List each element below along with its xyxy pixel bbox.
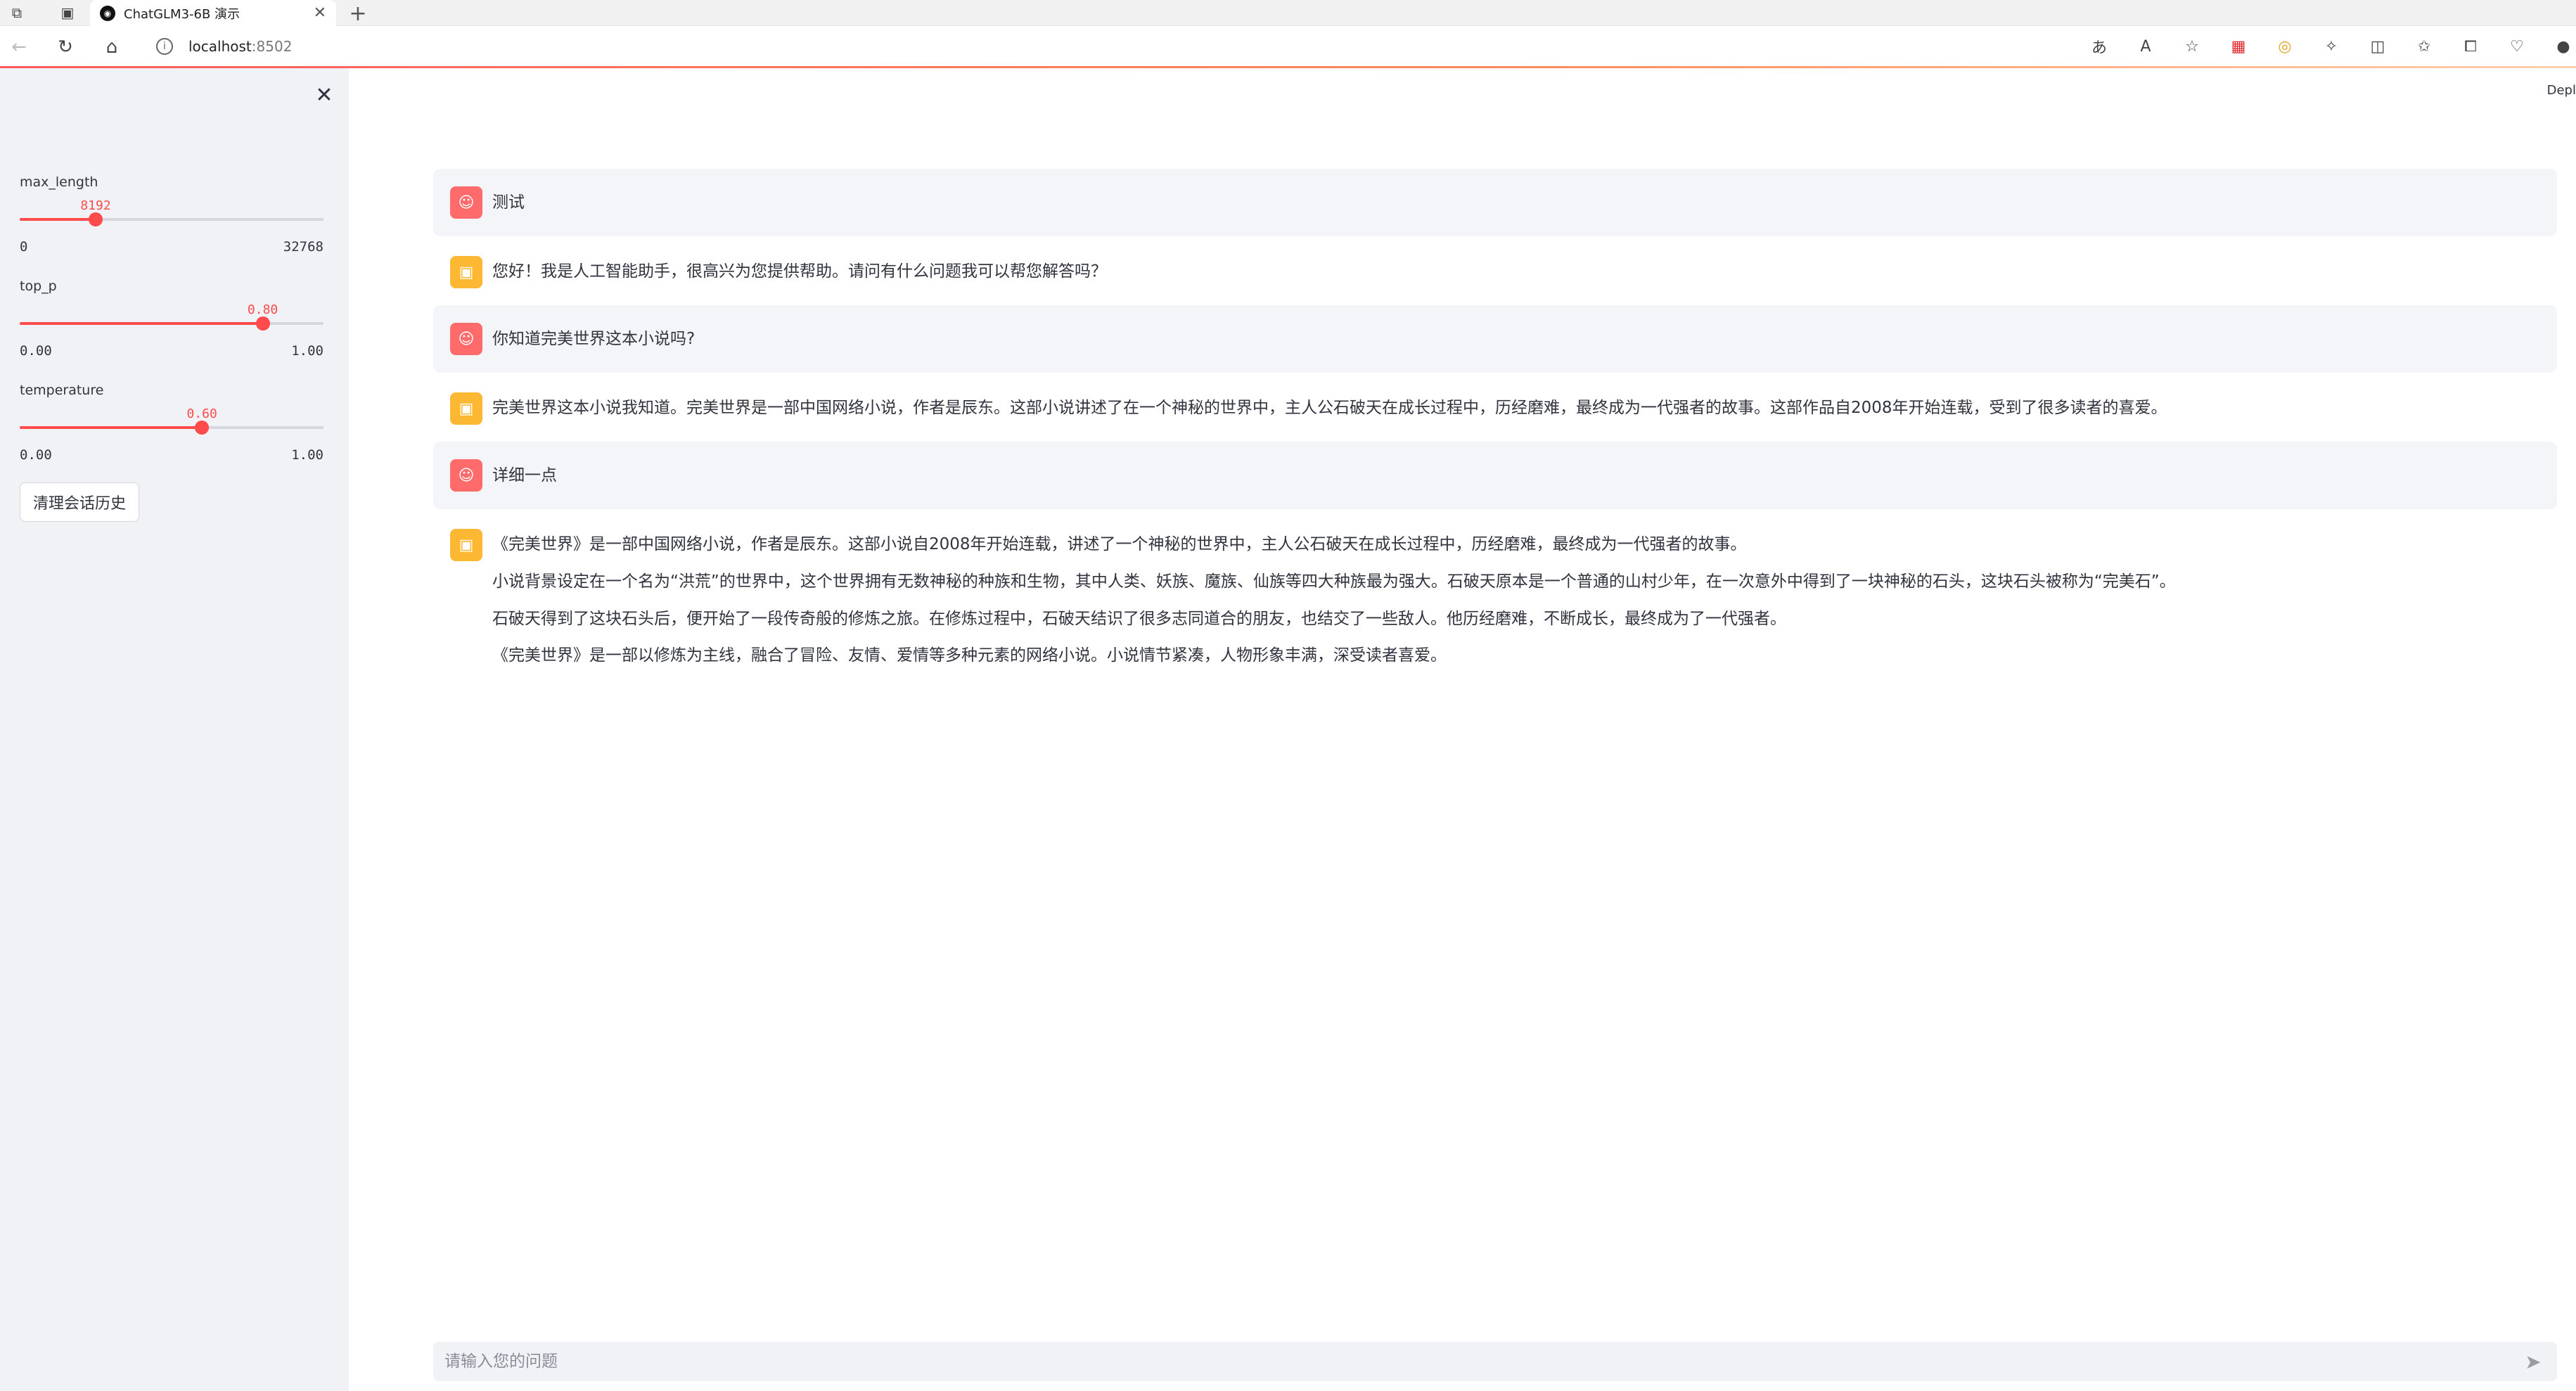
tab-actions-icon[interactable]: ▣ <box>58 3 77 23</box>
message-text: 您好！我是人工智能助手，很高兴为您提供帮助。请问有什么问题我可以帮您解答吗？ <box>492 253 1107 285</box>
message-paragraph: 完美世界这本小说我知道。完美世界是一部中国网络小说，作者是辰东。这部小说讲述了在… <box>492 399 2167 417</box>
slider-temperature[interactable]: temperature 0.60 0.00 1.00 <box>20 383 323 463</box>
bot-avatar-icon: ▣ <box>450 256 482 288</box>
chat-input[interactable] <box>443 1352 2519 1371</box>
slider-fill <box>20 322 263 325</box>
clear-history-button[interactable]: 清理会话历史 <box>20 482 140 522</box>
slider-value: 0.80 <box>247 302 278 317</box>
split-screen-icon[interactable]: ◫ <box>2365 34 2390 59</box>
slider-track[interactable] <box>20 421 323 435</box>
browser-tab[interactable]: ◉ ChatGLM3-6B 演示 ✕ <box>90 0 336 26</box>
slider-min: 0 <box>20 239 28 255</box>
message-paragraph: 《完美世界》是一部以修炼为主线，融合了冒险、友情、爱情等多种元素的网络小说。小说… <box>492 646 1447 665</box>
slider-value: 0.60 <box>186 406 217 421</box>
tab-close-icon[interactable]: ✕ <box>314 4 326 22</box>
user-avatar-icon: ☺ <box>450 186 482 219</box>
translate-icon[interactable]: あ <box>2087 34 2112 59</box>
deploy-button[interactable]: Depl <box>2547 83 2576 98</box>
favorites-icon[interactable]: ✩ <box>2411 34 2437 59</box>
slider-max: 32768 <box>283 239 323 255</box>
url-text: localhost:8502 <box>188 38 293 55</box>
slider-max-length[interactable]: max_length 8192 0 32768 <box>20 174 323 255</box>
chat-message-assistant: ▣ 完美世界这本小说我知道。完美世界是一部中国网络小说，作者是辰东。这部小说讲述… <box>433 373 2557 442</box>
profile-icon[interactable]: ● <box>2551 34 2576 59</box>
slider-top-p[interactable]: top_p 0.80 0.00 1.00 <box>20 278 323 359</box>
new-tab-icon[interactable]: + <box>346 1 370 26</box>
slider-min: 0.00 <box>20 447 52 463</box>
extension-chrome-icon[interactable]: ◎ <box>2272 34 2298 59</box>
read-aloud-icon[interactable]: A <box>2133 34 2158 59</box>
browser-tab-bar: ⧉ ▣ ◉ ChatGLM3-6B 演示 ✕ + <box>0 0 2576 26</box>
chat-message-assistant: ▣ 您好！我是人工智能助手，很高兴为您提供帮助。请问有什么问题我可以帮您解答吗？ <box>433 236 2557 305</box>
workspaces-icon[interactable]: ⧉ <box>7 3 27 23</box>
favorite-star-icon[interactable]: ☆ <box>2179 34 2205 59</box>
slider-min: 0.00 <box>20 343 52 359</box>
bot-avatar-icon: ▣ <box>450 529 482 561</box>
bot-avatar-icon: ▣ <box>450 392 482 425</box>
extensions-icon[interactable]: ✧ <box>2319 34 2344 59</box>
tab-title: ChatGLM3-6B 演示 <box>124 6 241 22</box>
chat-message-user: ☺ 你知道完美世界这本小说吗? <box>433 305 2557 373</box>
chat-input-box: ➤ <box>433 1342 2557 1381</box>
chat-transcript: ☺ 测试 ▣ 您好！我是人工智能助手，很高兴为您提供帮助。请问有什么问题我可以帮… <box>433 169 2557 686</box>
browser-toolbar-icons: あ A ☆ ▦ ◎ ✧ ◫ ✩ ⧠ ♡ ● <box>2087 32 2576 60</box>
browser-essentials-icon[interactable]: ♡ <box>2504 34 2530 59</box>
message-paragraph: 您好！我是人工智能助手，很高兴为您提供帮助。请问有什么问题我可以帮您解答吗？ <box>492 262 1107 281</box>
slider-value: 8192 <box>80 198 111 213</box>
home-icon[interactable]: ⌂ <box>100 35 124 59</box>
chat-message-user: ☺ 详细一点 <box>433 442 2557 509</box>
message-text: 测试 <box>492 193 525 212</box>
message-text: 《完美世界》是一部中国网络小说，作者是辰东。这部小说自2008年开始连载，讲述了… <box>492 526 2176 669</box>
site-info-icon[interactable]: i <box>156 38 173 55</box>
slider-label: temperature <box>20 383 104 398</box>
send-icon[interactable]: ➤ <box>2519 1347 2547 1376</box>
slider-thumb[interactable] <box>195 421 210 435</box>
slider-track[interactable] <box>20 316 323 331</box>
chat-message-user: ☺ 测试 <box>433 169 2557 236</box>
collections-icon[interactable]: ⧠ <box>2458 34 2483 59</box>
message-text: 详细一点 <box>492 466 557 485</box>
user-avatar-icon: ☺ <box>450 459 482 492</box>
slider-max: 1.00 <box>291 343 323 359</box>
slider-label: max_length <box>20 174 98 190</box>
sidebar-close-icon[interactable]: ✕ <box>312 82 337 108</box>
slider-thumb[interactable] <box>89 212 103 226</box>
refresh-icon[interactable]: ↻ <box>53 35 77 59</box>
url-bar[interactable]: i localhost:8502 <box>142 31 2132 62</box>
back-icon[interactable]: ← <box>7 35 31 59</box>
message-text: 你知道完美世界这本小说吗? <box>492 329 696 348</box>
message-paragraph: 《完美世界》是一部中国网络小说，作者是辰东。这部小说自2008年开始连载，讲述了… <box>492 535 1747 553</box>
slider-thumb[interactable] <box>255 316 270 331</box>
slider-fill <box>20 426 203 429</box>
slider-label: top_p <box>20 278 57 294</box>
loading-accent-bar <box>0 66 2576 68</box>
message-paragraph: 小说背景设定在一个名为“洪荒”的世界中，这个世界拥有无数神秘的种族和生物，其中人… <box>492 572 2176 591</box>
tab-favicon-icon: ◉ <box>100 5 115 21</box>
slider-max: 1.00 <box>291 447 323 463</box>
sidebar: ✕ max_length 8192 0 32768 top_p 0.80 0.0… <box>0 68 349 1391</box>
slider-track[interactable] <box>20 212 323 226</box>
slider-fill <box>20 218 96 221</box>
message-paragraph: 石破天得到了这块石头后，便开始了一段传奇般的修炼之旅。在修炼过程中，石破天结识了… <box>492 609 1786 628</box>
user-avatar-icon: ☺ <box>450 323 482 355</box>
message-text: 完美世界这本小说我知道。完美世界是一部中国网络小说，作者是辰东。这部小说讲述了在… <box>492 390 2167 421</box>
chat-message-assistant: ▣ 《完美世界》是一部中国网络小说，作者是辰东。这部小说自2008年开始连载，讲… <box>433 509 2557 686</box>
extension-red-icon[interactable]: ▦ <box>2226 34 2251 59</box>
